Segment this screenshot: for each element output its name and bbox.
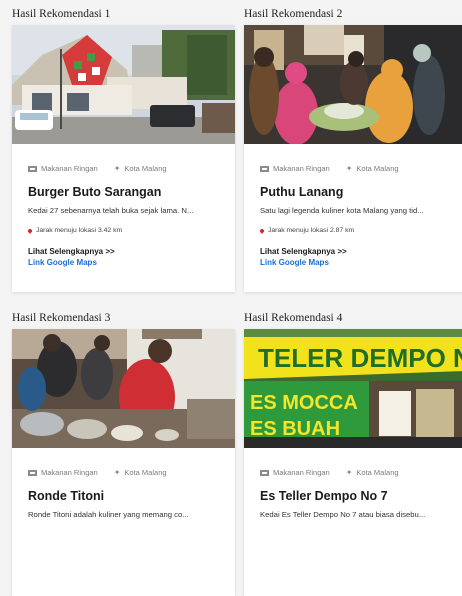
recommendation-1: Hasil Rekomendasi 1 Makanan Ringan ✦ Kot… [12,6,235,292]
category-label: Makanan Ringan [273,164,330,173]
shop-sign-main: TELER DEMPO Nº7 [258,343,462,373]
shop-sign-buah: ES BUAH [250,418,340,440]
map-pin-icon [259,227,265,234]
shop-sign-mocca: ES MOCCA [250,392,358,414]
building-icon [28,165,37,172]
utensils-icon: ✦ [345,163,353,173]
place-meta: Makanan Ringan ✦ Kota Malang [28,468,219,477]
city-label: Kota Malang [124,164,167,173]
place-photo [12,25,235,144]
city-label: Kota Malang [356,164,399,173]
place-name: Ronde Titoni [28,489,105,503]
city-label: Kota Malang [124,468,167,477]
recommendation-heading: Hasil Rekomendasi 3 [12,312,111,324]
place-card[interactable]: Makanan Ringan ✦ Kota Malang Puthu Lanan… [244,25,462,292]
place-name: Burger Buto Sarangan [28,185,162,199]
see-more-link[interactable]: Lihat Selengkapnya >> [260,247,448,256]
recommendation-heading: Hasil Rekomendasi 1 [12,8,111,20]
distance-info: Jarak menuju lokasi 2.87 km [259,227,448,234]
city-label: Kota Malang [356,468,399,477]
building-icon [28,469,37,476]
recommendation-2: Hasil Rekomendasi 2 Makanan Ringan ✦ Kot… [244,6,462,292]
place-meta: Makanan Ringan ✦ Kota Malang [28,164,219,173]
place-meta: Makanan Ringan ✦ Kota Malang [260,468,448,477]
recommendation-heading: Hasil Rekomendasi 4 [244,312,343,324]
google-maps-link[interactable]: Link Google Maps [260,258,448,267]
place-card[interactable]: TELER DEMPO Nº7 ES MOCCA ES BUAH Makanan… [244,329,462,596]
place-meta: Makanan Ringan ✦ Kota Malang [260,164,448,173]
building-icon [260,469,269,476]
utensils-icon: ✦ [113,163,121,173]
place-card[interactable]: Makanan Ringan ✦ Kota Malang Ronde Titon… [12,329,235,596]
category-label: Makanan Ringan [273,468,330,477]
building-icon [260,165,269,172]
place-photo [12,329,235,448]
place-description: Ronde Titoni adalah kuliner yang memang … [28,510,189,519]
category-label: Makanan Ringan [41,468,98,477]
distance-text: Jarak menuju lokasi 3.42 km [36,227,123,234]
place-description: Satu lagi legenda kuliner kota Malang ya… [260,206,424,215]
map-pin-icon [27,227,33,234]
recommendation-grid: Hasil Rekomendasi 1 Makanan Ringan ✦ Kot… [12,6,462,596]
recommendation-heading: Hasil Rekomendasi 2 [244,8,343,20]
place-name: Puthu Lanang [260,185,344,199]
place-photo [244,25,462,144]
utensils-icon: ✦ [345,467,353,477]
distance-info: Jarak menuju lokasi 3.42 km [27,227,219,234]
see-more-link[interactable]: Lihat Selengkapnya >> [28,247,219,256]
category-label: Makanan Ringan [41,164,98,173]
place-name: Es Teller Dempo No 7 [260,489,388,503]
place-description: Kedai 27 sebenarnya telah buka sejak lam… [28,206,194,215]
distance-text: Jarak menuju lokasi 2.87 km [268,227,355,234]
place-description: Kedai Es Teller Dempo No 7 atau biasa di… [260,510,426,519]
utensils-icon: ✦ [113,467,121,477]
recommendation-4: Hasil Rekomendasi 4 TELER DEMPO Nº7 ES M… [244,310,462,596]
recommendation-3: Hasil Rekomendasi 3 Makanan Ringan ✦ Kot… [12,310,235,596]
place-photo: TELER DEMPO Nº7 ES MOCCA ES BUAH [244,329,462,448]
google-maps-link[interactable]: Link Google Maps [28,258,219,267]
place-card[interactable]: Makanan Ringan ✦ Kota Malang Burger Buto… [12,25,235,292]
